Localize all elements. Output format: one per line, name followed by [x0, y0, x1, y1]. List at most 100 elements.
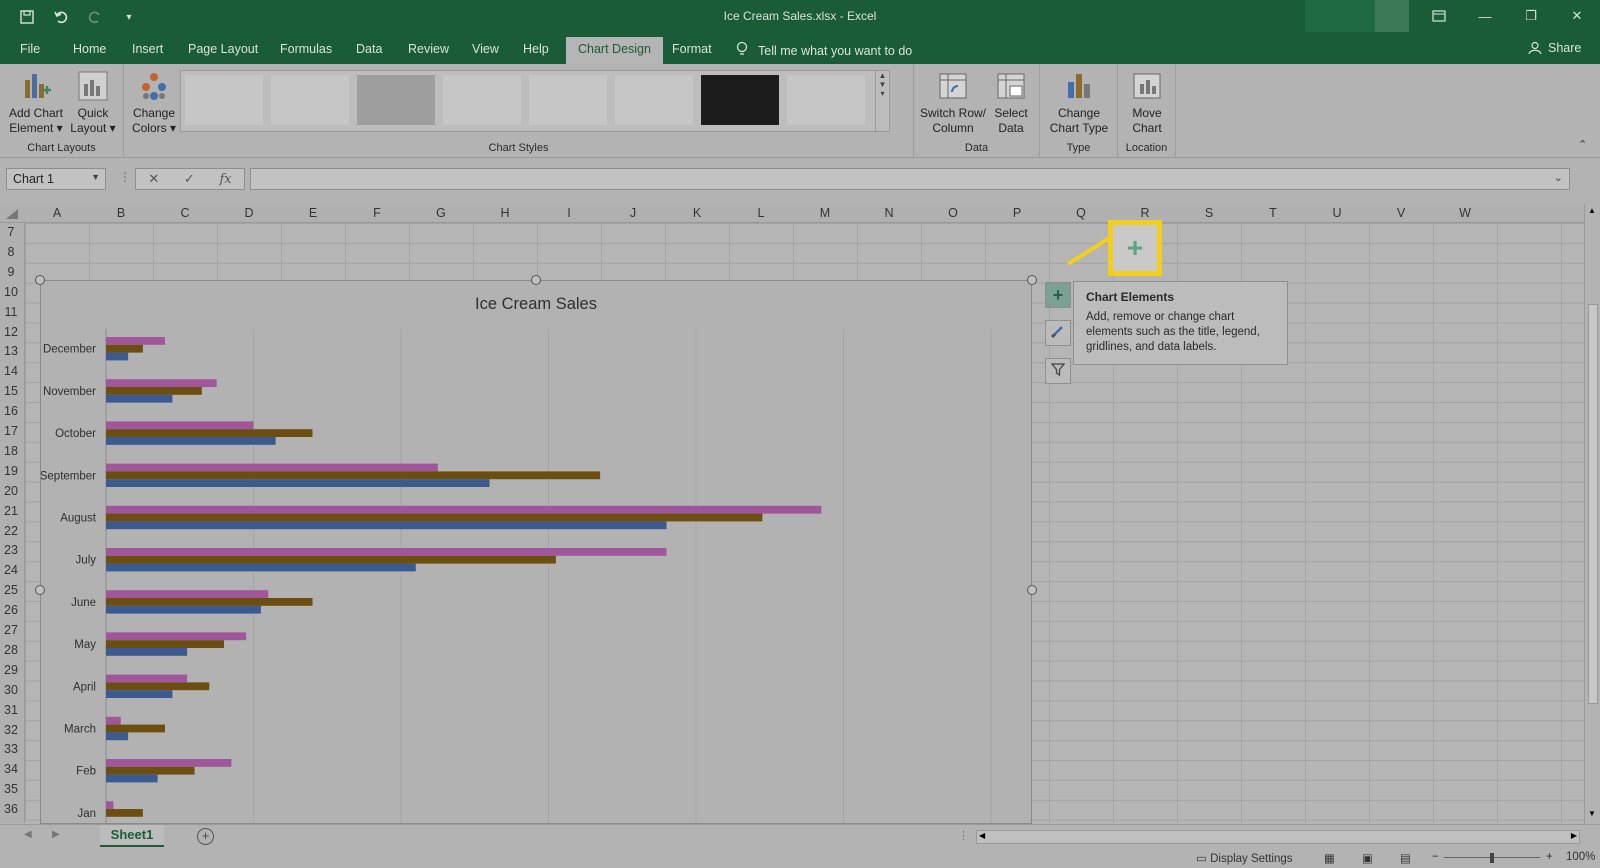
bar[interactable] [106, 766, 195, 775]
row-header-8[interactable]: 8 [0, 245, 22, 259]
chart-style-4[interactable] [443, 75, 521, 125]
column-header-p[interactable]: P [985, 206, 1049, 220]
next-sheet-icon[interactable]: ▶ [52, 829, 60, 840]
insert-function-icon[interactable]: fx [219, 172, 231, 187]
row-header-24[interactable]: 24 [0, 563, 22, 577]
normal-view-icon[interactable]: ▦ [1324, 851, 1335, 865]
avatar[interactable] [1375, 0, 1409, 32]
tab-format[interactable]: Format [672, 40, 712, 64]
bar[interactable] [106, 759, 232, 767]
row-header-31[interactable]: 31 [0, 703, 22, 717]
column-header-e[interactable]: E [281, 206, 345, 220]
chart-plot-area[interactable]: December November October September August Ju… [41, 281, 1032, 824]
bar[interactable] [106, 548, 667, 556]
bar[interactable] [106, 521, 667, 530]
row-header-22[interactable]: 22 [0, 524, 22, 538]
zoom-in-icon[interactable]: + [1546, 851, 1553, 863]
row-header-15[interactable]: 15 [0, 384, 22, 398]
tab-page-layout[interactable]: Page Layout [188, 40, 258, 64]
bar[interactable] [106, 682, 210, 691]
row-header-32[interactable]: 32 [0, 723, 22, 737]
undo-icon[interactable] [50, 6, 72, 28]
tab-data[interactable]: Data [356, 40, 382, 64]
chart-style-6[interactable] [615, 75, 693, 125]
row-header-25[interactable]: 25 [0, 583, 22, 597]
tab-file[interactable]: File [20, 40, 40, 64]
tab-insert[interactable]: Insert [132, 40, 163, 64]
column-header-s[interactable]: S [1177, 206, 1241, 220]
row-header-9[interactable]: 9 [0, 265, 22, 279]
bar[interactable] [106, 640, 224, 648]
tab-splitter-icon[interactable]: ⋮ [958, 829, 969, 842]
bar[interactable] [106, 344, 143, 353]
expand-formula-icon[interactable]: ⌄ [1554, 171, 1563, 184]
bar[interactable] [106, 563, 416, 572]
row-header-13[interactable]: 13 [0, 344, 22, 358]
zoom-slider-thumb[interactable] [1490, 853, 1494, 863]
column-header-d[interactable]: D [217, 206, 281, 220]
chart-style-7[interactable] [701, 75, 779, 125]
bar[interactable] [106, 598, 313, 606]
row-header-27[interactable]: 27 [0, 623, 22, 637]
row-header-23[interactable]: 23 [0, 543, 22, 557]
bar[interactable] [106, 513, 763, 522]
resize-handle-tr[interactable] [1027, 275, 1037, 285]
gallery-scroll[interactable]: ▲ ▼ ▾ [875, 71, 889, 133]
chart-filters-button[interactable] [1045, 358, 1071, 384]
row-header-33[interactable]: 33 [0, 742, 22, 756]
sheet-tab-sheet1[interactable]: Sheet1 [100, 825, 164, 847]
bar[interactable] [106, 437, 276, 445]
column-header-b[interactable]: B [89, 206, 153, 220]
restore-icon[interactable]: ❐ [1508, 0, 1554, 32]
collapse-ribbon-icon[interactable]: ⌃ [1578, 138, 1587, 151]
column-header-o[interactable]: O [921, 206, 985, 220]
bar[interactable] [106, 337, 165, 345]
tab-home[interactable]: Home [73, 40, 106, 64]
chart-style-2[interactable] [271, 75, 349, 125]
row-header-29[interactable]: 29 [0, 663, 22, 677]
column-header-a[interactable]: A [25, 206, 89, 220]
bar[interactable] [106, 379, 217, 387]
column-header-i[interactable]: I [537, 206, 601, 220]
row-header-12[interactable]: 12 [0, 325, 22, 339]
bar[interactable] [106, 471, 601, 480]
row-header-11[interactable]: 11 [0, 305, 22, 319]
page-layout-view-icon[interactable]: ▣ [1362, 851, 1373, 865]
tab-review[interactable]: Review [408, 40, 449, 64]
column-header-q[interactable]: Q [1049, 206, 1113, 220]
bar[interactable] [106, 505, 822, 514]
column-header-g[interactable]: G [409, 206, 473, 220]
customize-qat-icon[interactable]: ▾ [118, 6, 140, 28]
bar[interactable] [106, 429, 313, 437]
prev-sheet-icon[interactable]: ◀ [24, 829, 32, 840]
column-header-c[interactable]: C [153, 206, 217, 220]
select-data-button[interactable]: Select Data [988, 70, 1034, 136]
enter-icon[interactable]: ✓ [184, 171, 195, 187]
chart-style-5[interactable] [529, 75, 607, 125]
chart[interactable]: Ice Cream Sales December November October S… [40, 280, 1032, 824]
select-all-icon[interactable] [6, 208, 18, 222]
row-header-19[interactable]: 19 [0, 464, 22, 478]
column-header-v[interactable]: V [1369, 206, 1433, 220]
row-header-35[interactable]: 35 [0, 782, 22, 796]
row-header-17[interactable]: 17 [0, 424, 22, 438]
row-header-10[interactable]: 10 [0, 285, 22, 299]
row-header-36[interactable]: 36 [0, 802, 22, 816]
bar[interactable] [106, 352, 129, 361]
tab-view[interactable]: View [472, 40, 499, 64]
move-chart-button[interactable]: Move Chart [1122, 70, 1172, 136]
chart-style-8[interactable] [787, 75, 865, 125]
bar[interactable] [106, 801, 114, 809]
bar[interactable] [106, 674, 188, 683]
bar[interactable] [106, 590, 269, 598]
bar[interactable] [106, 394, 173, 403]
resize-handle-right[interactable] [1027, 585, 1037, 595]
bar[interactable] [106, 421, 254, 430]
add-chart-element-button[interactable]: Add Chart Element ▾ [6, 70, 66, 136]
row-header-28[interactable]: 28 [0, 643, 22, 657]
chart-elements-button[interactable]: + [1045, 282, 1071, 308]
resize-handle-tl[interactable] [35, 275, 45, 285]
bar[interactable] [106, 690, 173, 698]
bar[interactable] [106, 463, 438, 472]
column-header-n[interactable]: N [857, 206, 921, 220]
